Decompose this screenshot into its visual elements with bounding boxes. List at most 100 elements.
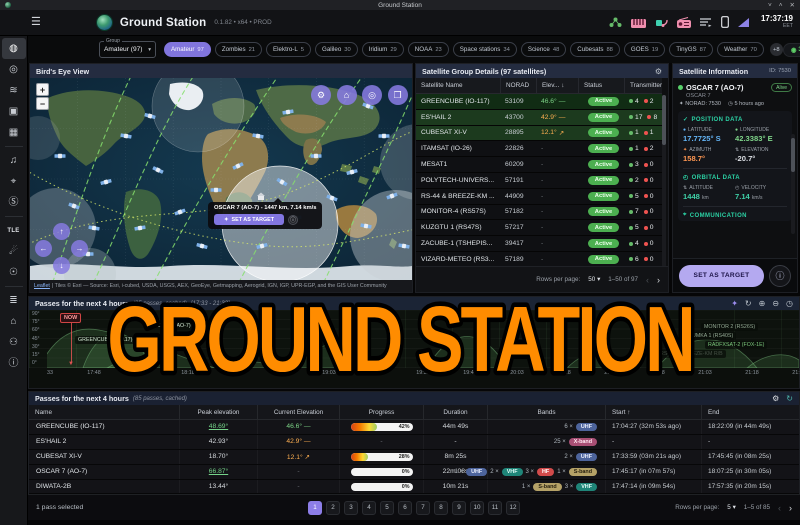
sidebar-item-sdr-icon[interactable]: Ⓢ bbox=[2, 192, 26, 213]
tooltip-info-button[interactable]: ⓘ bbox=[288, 215, 298, 225]
map-pan-right-button[interactable]: → bbox=[71, 240, 88, 257]
column-header-progress[interactable]: Progress bbox=[339, 405, 423, 419]
group-chip-amateur[interactable]: Amateur97 bbox=[164, 42, 211, 57]
page-button-1[interactable]: 1 bbox=[308, 501, 322, 515]
sidebar-item-radio-icon[interactable]: ♫ bbox=[2, 150, 26, 171]
column-header-transmitters[interactable]: Transmitters bbox=[624, 78, 662, 93]
sidebar-item-orbit-icon[interactable]: ☄ bbox=[2, 241, 26, 262]
pass-row[interactable]: GREENCUBE (IO-117)48.69°46.6° —42%44m 49… bbox=[29, 420, 799, 435]
zoom-in-icon[interactable]: ⊕ bbox=[759, 299, 766, 308]
piano-icon[interactable] bbox=[631, 17, 646, 28]
pass-row[interactable]: ES'HAIL 242.93°42.9° —--25 ×X-band-- bbox=[29, 435, 799, 450]
satellite-row[interactable]: ZACUBE-1 (TSHEPIS...39417-Active40 bbox=[416, 236, 662, 252]
sidebar-item-library-icon[interactable]: ▣ bbox=[2, 101, 26, 122]
sidebar-item-operators-icon[interactable]: ⚇ bbox=[2, 332, 26, 353]
column-header-norad[interactable]: NORAD bbox=[500, 78, 536, 93]
info-icon-button[interactable]: ⓘ bbox=[769, 265, 791, 287]
radio-icon[interactable] bbox=[677, 17, 691, 28]
page-button-12[interactable]: 12 bbox=[506, 501, 520, 515]
pass-row[interactable]: OSCAR 7 (AO-7)66.87°-0%22m 08s1 ×UHF2 ×V… bbox=[29, 465, 799, 480]
page-button-2[interactable]: 2 bbox=[326, 501, 340, 515]
satellite-row[interactable]: CUBESAT XI-V2889512.1° ↗Active11 bbox=[416, 126, 662, 142]
page-button-6[interactable]: 6 bbox=[398, 501, 412, 515]
map-settings-button[interactable]: ⚙ bbox=[311, 85, 331, 105]
column-header-bands[interactable]: Bands bbox=[487, 405, 605, 419]
group-chip-noaa[interactable]: NOAA23 bbox=[408, 42, 449, 57]
map-pan-up-button[interactable]: ↑ bbox=[53, 223, 70, 240]
map-locate-button[interactable]: ◎ bbox=[362, 85, 382, 105]
sidebar-item-about-icon[interactable]: ⓘ bbox=[2, 353, 26, 374]
pass-row[interactable]: CUBESAT XI-V18.70°12.1° ↗28%8m 25s2 ×UHF… bbox=[29, 450, 799, 465]
column-header-satellite-name[interactable]: Satellite Name bbox=[416, 78, 500, 93]
page-button-9[interactable]: 9 bbox=[452, 501, 466, 515]
column-header-duration[interactable]: Duration bbox=[423, 405, 487, 419]
window-close-icon[interactable]: ✕ bbox=[790, 1, 795, 9]
satellite-icon[interactable]: ✦ bbox=[731, 299, 738, 308]
map-fullscreen-button[interactable]: ❐ bbox=[388, 85, 408, 105]
group-chip-zombies[interactable]: Zombies21 bbox=[215, 42, 262, 57]
group-chip-science[interactable]: Science48 bbox=[521, 42, 566, 57]
column-header-elev-[interactable]: Elev... ↓ bbox=[536, 78, 578, 93]
next-page-icon[interactable]: › bbox=[789, 503, 792, 513]
sidebar-item-rotator-icon[interactable]: ⌖ bbox=[2, 171, 26, 192]
column-header-end[interactable]: End bbox=[701, 405, 799, 419]
group-chip-tinygs[interactable]: TinyGS87 bbox=[669, 42, 713, 57]
phone-icon[interactable] bbox=[721, 16, 729, 28]
page-button-8[interactable]: 8 bbox=[434, 501, 448, 515]
group-chip-iridium[interactable]: Iridium29 bbox=[362, 42, 404, 57]
group-select[interactable]: Group Amateur (97) ▾ bbox=[99, 41, 156, 58]
set-as-target-button[interactable]: SET AS TARGET bbox=[679, 265, 764, 287]
prev-page-icon[interactable]: ‹ bbox=[778, 503, 781, 513]
page-button-5[interactable]: 5 bbox=[380, 501, 394, 515]
group-chip-galileo[interactable]: Galileo30 bbox=[315, 42, 358, 57]
menu-icon[interactable]: ☰ bbox=[31, 17, 41, 28]
refresh-icon[interactable]: ↻ bbox=[786, 394, 793, 403]
satellite-row[interactable]: ITAMSAT (IO-26)22826-Active12 bbox=[416, 141, 662, 157]
timeline-chart[interactable]: 90°75°60°45°30°15°0° GREENCUBE (IO-117)O… bbox=[29, 310, 799, 368]
satellite-tracker-icon[interactable] bbox=[655, 17, 668, 28]
group-chip-space-stations[interactable]: Space stations34 bbox=[453, 42, 517, 57]
group-chip-cubesats[interactable]: Cubesats88 bbox=[570, 42, 620, 57]
satellite-row[interactable]: MONITOR-4 (RS57S)57182-Active70 bbox=[416, 205, 662, 221]
satellite-row[interactable]: KUZGTU 1 (RS47S)57217-Active50 bbox=[416, 220, 662, 236]
satellite-row[interactable]: POLYTECH-UNIVERS...57191-Active20 bbox=[416, 173, 662, 189]
sidebar-item-tle[interactable]: TLE bbox=[2, 220, 26, 241]
sidebar-item-world-icon[interactable]: ☉ bbox=[2, 262, 26, 283]
prev-page-icon[interactable]: ‹ bbox=[646, 275, 649, 285]
next-page-icon[interactable]: › bbox=[657, 275, 660, 285]
group-chip-weather[interactable]: Weather70 bbox=[717, 42, 764, 57]
draw-icon[interactable] bbox=[738, 18, 749, 27]
satellite-row[interactable]: RS-44 & BREEZE-KM ...44909-Active50 bbox=[416, 189, 662, 205]
group-chip-goes[interactable]: GOES19 bbox=[624, 42, 665, 57]
queue-icon[interactable] bbox=[700, 17, 712, 27]
map-zoom-out-button[interactable]: − bbox=[36, 97, 49, 110]
settings-icon[interactable]: ⚙ bbox=[772, 394, 779, 403]
satellite-row[interactable]: MESAT160209-Active30 bbox=[416, 157, 662, 173]
world-map[interactable]: + − ⚙⌂◎❐ ↑ ← → ↓ OSCAR 7 (AO-7) - 1447 k… bbox=[30, 78, 412, 280]
pass-row[interactable]: DIWATA-2B13.44°-0%10m 21s1 ×S-band3 ×VHF… bbox=[29, 480, 799, 494]
page-button-11[interactable]: 11 bbox=[488, 501, 502, 515]
sidebar-item-passes-icon[interactable]: ≋ bbox=[2, 80, 26, 101]
tooltip-set-target-button[interactable]: ✦SET AS TARGET bbox=[214, 214, 284, 225]
satellite-info-scrollbar[interactable] bbox=[791, 134, 795, 234]
zoom-out-icon[interactable]: ⊖ bbox=[772, 299, 779, 308]
column-header-status[interactable]: Status bbox=[578, 78, 624, 93]
sidebar-item-schedule-icon[interactable]: ▦ bbox=[2, 122, 26, 143]
column-header-current-elevation[interactable]: Current Elevation bbox=[257, 405, 339, 419]
network-users-icon[interactable] bbox=[609, 17, 622, 28]
page-button-7[interactable]: 7 bbox=[416, 501, 430, 515]
column-header-start-[interactable]: Start ↑ bbox=[605, 405, 701, 419]
satellite-table-scrollbar[interactable] bbox=[662, 95, 666, 267]
window-minimize-icon[interactable]: ˅ bbox=[768, 2, 772, 9]
page-button-4[interactable]: 4 bbox=[362, 501, 376, 515]
window-maximize-icon[interactable]: ˄ bbox=[779, 2, 783, 9]
sidebar-item-tracking-icon[interactable]: ◎ bbox=[2, 59, 26, 80]
map-home-button[interactable]: ⌂ bbox=[337, 85, 357, 105]
rows-per-page-select[interactable]: 50 ▾ bbox=[588, 276, 600, 283]
satellite-row[interactable]: ES'HAIL 24370042.9° —Active178 bbox=[416, 110, 662, 126]
history-icon[interactable]: ◷ bbox=[786, 299, 793, 308]
page-button-3[interactable]: 3 bbox=[344, 501, 358, 515]
column-header-peak-elevation[interactable]: Peak elevation bbox=[179, 405, 257, 419]
leaflet-link[interactable]: Leaflet bbox=[34, 283, 50, 289]
map-zoom-in-button[interactable]: + bbox=[36, 83, 49, 96]
